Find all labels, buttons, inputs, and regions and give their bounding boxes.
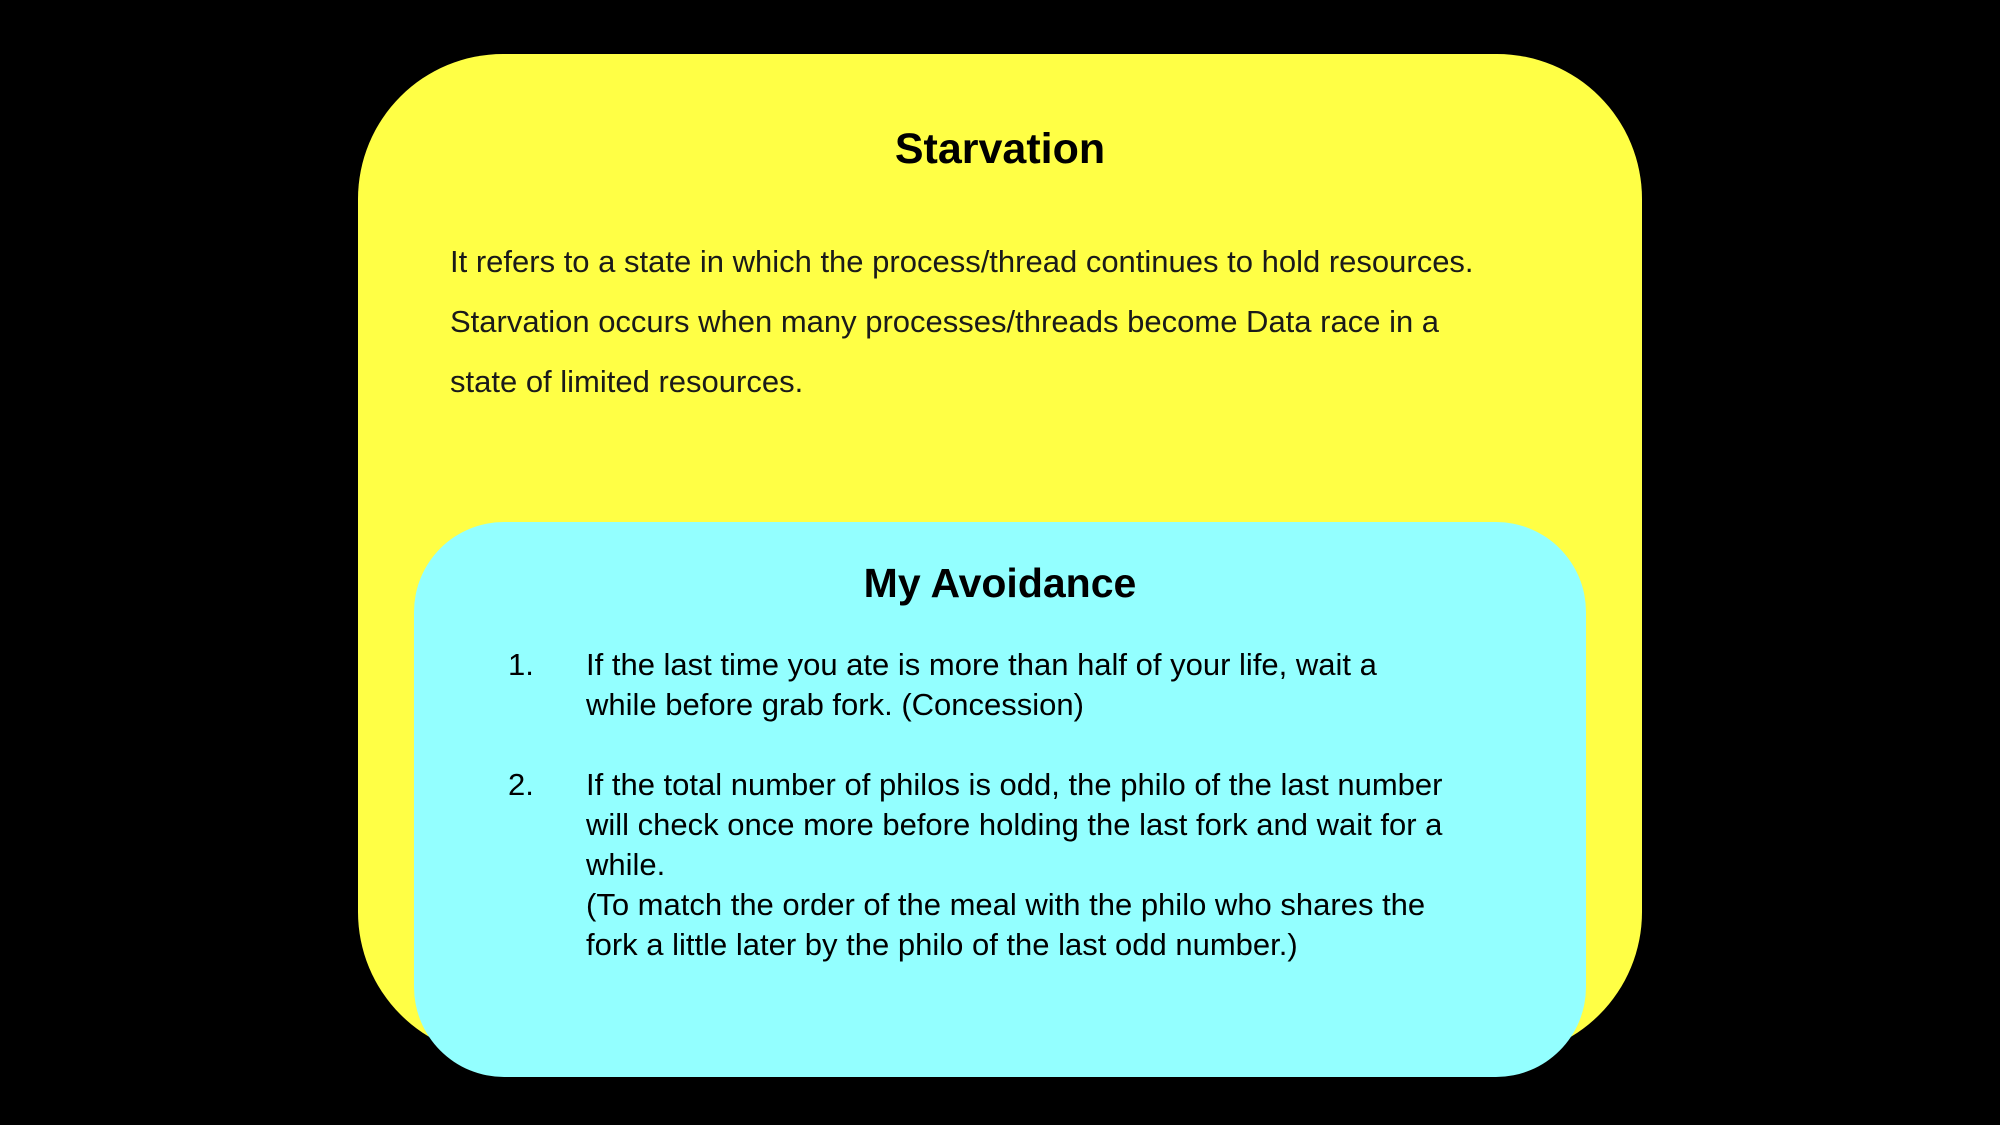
starvation-description: It refers to a state in which the proces…	[450, 232, 1590, 412]
item-line: (To match the order of the meal with the…	[586, 887, 1426, 922]
item-number: 1.	[508, 647, 534, 682]
starvation-title: Starvation	[894, 125, 1106, 173]
avoidance-item: 2. If the total number of philos is odd,…	[508, 765, 1548, 965]
starvation-card: Starvation It refers to a state in which…	[358, 54, 1642, 1077]
avoidance-item: 1. If the last time you ate is more than…	[508, 645, 1548, 725]
description-line: Starvation occurs when many processes/th…	[450, 304, 1440, 339]
slide: Starvation It refers to a state in which…	[0, 0, 2000, 1125]
description-line: state of limited resources.	[450, 364, 804, 399]
item-line: while before grab fork. (Concession)	[586, 687, 1084, 722]
item-line: will check once more before holding the …	[586, 807, 1443, 842]
item-line: fork a little later by the philo of the …	[586, 927, 1298, 962]
item-line: If the total number of philos is odd, th…	[586, 767, 1443, 802]
avoidance-card: My Avoidance 1. If the last time you ate…	[414, 522, 1586, 1077]
avoidance-title: My Avoidance	[863, 560, 1137, 606]
description-line: It refers to a state in which the proces…	[450, 244, 1474, 279]
avoidance-list: 1. If the last time you ate is more than…	[508, 645, 1548, 965]
item-line: If the last time you ate is more than ha…	[586, 647, 1377, 682]
item-line: while.	[586, 847, 666, 882]
item-number: 2.	[508, 767, 534, 802]
